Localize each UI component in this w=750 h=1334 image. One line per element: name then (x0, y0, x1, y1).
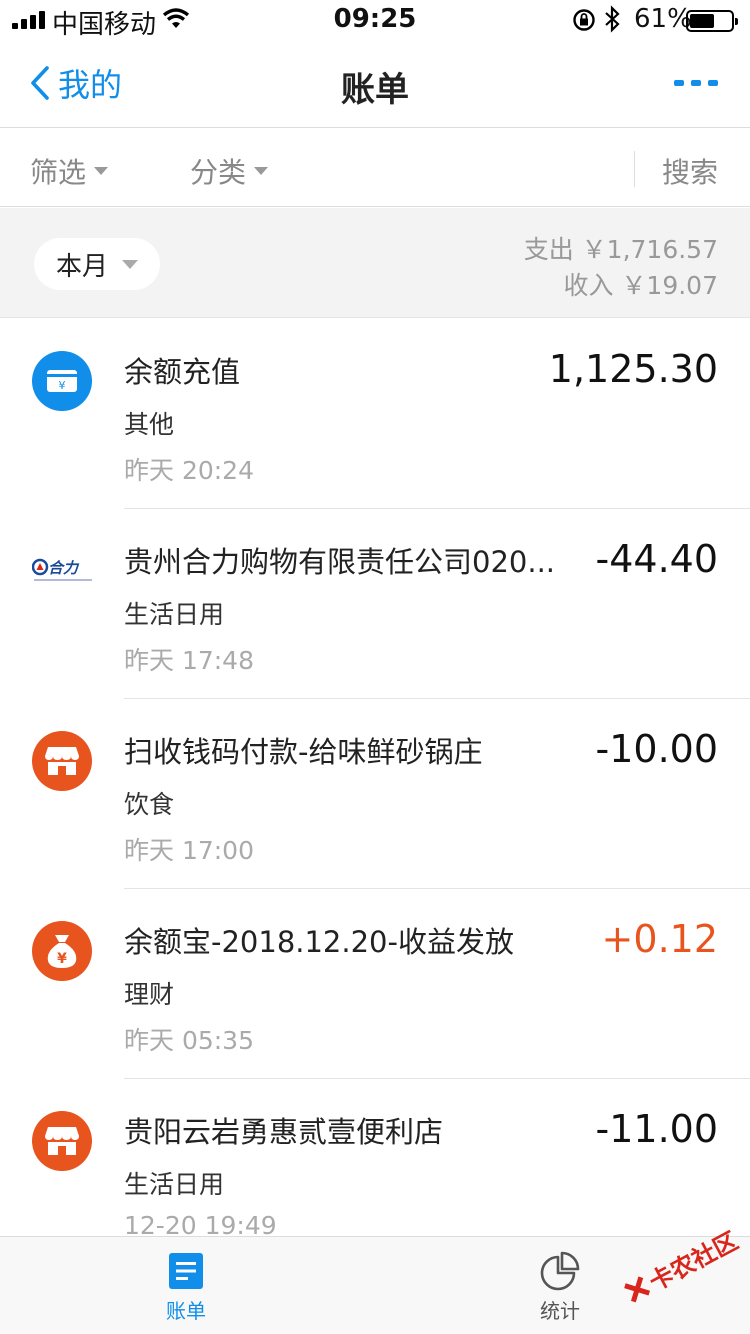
transaction-amount: -10.00 (595, 727, 719, 771)
category-label: 分类 (190, 156, 247, 189)
expense-total: 支出 ￥1,716.57 (523, 235, 718, 264)
heli-logo: 合力 (32, 541, 94, 601)
list-item[interactable]: 扫收钱码付款-给味鲜砂锅庄 饮食 昨天 17:00 -10.00 (0, 699, 750, 889)
transaction-time: 12-20 19:49 (124, 1211, 277, 1235)
divider (634, 151, 635, 187)
transaction-category: 生活日用 (124, 1170, 225, 1199)
bill-icon (169, 1253, 203, 1289)
transaction-title: 扫收钱码付款-给味鲜砂锅庄 (124, 735, 483, 769)
tab-bill-label: 账单 (166, 1299, 206, 1323)
month-picker[interactable]: 本月 (34, 238, 160, 290)
status-bar: 中国移动 09:25 61% (0, 0, 750, 40)
transaction-title: 余额充值 (124, 355, 241, 389)
caret-down-icon (94, 167, 109, 175)
heli-logo-text: 合力 (48, 559, 80, 577)
transaction-amount: -11.00 (595, 1107, 719, 1151)
transaction-title: 贵州合力购物有限责任公司020... (124, 545, 556, 579)
month-label: 本月 (55, 251, 108, 282)
category-dropdown[interactable]: 分类 (190, 151, 269, 191)
month-summary: 本月 支出 ￥1,716.57 收入 ￥19.07 (0, 208, 750, 318)
transaction-time: 昨天 17:48 (124, 646, 254, 675)
transaction-amount: +0.12 (601, 917, 718, 961)
transaction-time: 昨天 20:24 (124, 456, 254, 485)
tab-stats[interactable]: 统计 (540, 1251, 580, 1324)
transaction-amount: 1,125.30 (548, 347, 718, 391)
store-icon (32, 731, 92, 791)
transaction-category: 其他 (124, 410, 175, 439)
filter-dropdown[interactable]: 筛选 (30, 151, 109, 191)
transaction-title: 余额宝-2018.12.20-收益发放 (124, 925, 514, 959)
list-item[interactable]: 合力 贵州合力购物有限责任公司020... 生活日用 昨天 17:48 -44.… (0, 509, 750, 699)
transaction-time: 昨天 05:35 (124, 1026, 254, 1055)
transaction-category: 生活日用 (124, 600, 225, 629)
tab-bill[interactable]: 账单 (166, 1251, 206, 1324)
transaction-category: 理财 (124, 980, 175, 1009)
income-total: 收入 ￥19.07 (563, 271, 718, 300)
battery-icon (686, 10, 738, 32)
filter-bar: 筛选 分类 搜索 (0, 129, 750, 207)
list-item[interactable]: ¥ 余额充值 其他 昨天 20:24 1,125.30 (0, 319, 750, 509)
page-title: 账单 (341, 70, 409, 110)
balance-topup-icon: ¥ (32, 351, 92, 411)
caret-down-icon (254, 167, 269, 175)
battery-percent: 61% (634, 4, 692, 34)
orientation-lock-icon (573, 9, 595, 31)
transaction-title: 贵阳云岩勇惠贰壹便利店 (124, 1115, 444, 1149)
navigation-bar: 我的 账单 (0, 40, 750, 128)
tab-stats-label: 统计 (540, 1299, 580, 1323)
svg-text:¥: ¥ (57, 951, 67, 967)
transaction-category: 饮食 (124, 790, 175, 819)
money-bag-icon: ¥ (32, 921, 92, 981)
search-button[interactable]: 搜索 (662, 151, 718, 191)
pie-chart-icon (540, 1251, 580, 1291)
transaction-time: 昨天 17:00 (124, 836, 254, 865)
list-item[interactable]: ¥ 余额宝-2018.12.20-收益发放 理财 昨天 05:35 +0.12 (0, 889, 750, 1079)
bluetooth-icon (605, 5, 620, 33)
filter-label: 筛选 (30, 156, 87, 189)
store-icon (32, 1111, 92, 1171)
transaction-amount: -44.40 (595, 537, 719, 581)
list-item[interactable]: 贵阳云岩勇惠贰壹便利店 生活日用 12-20 19:49 -11.00 (0, 1079, 750, 1235)
caret-down-icon (122, 259, 138, 269)
svg-text:¥: ¥ (59, 379, 66, 392)
transaction-list: ¥ 余额充值 其他 昨天 20:24 1,125.30 合力 贵州合力购物有限责… (0, 319, 750, 1235)
more-dots-icon[interactable] (674, 80, 718, 86)
